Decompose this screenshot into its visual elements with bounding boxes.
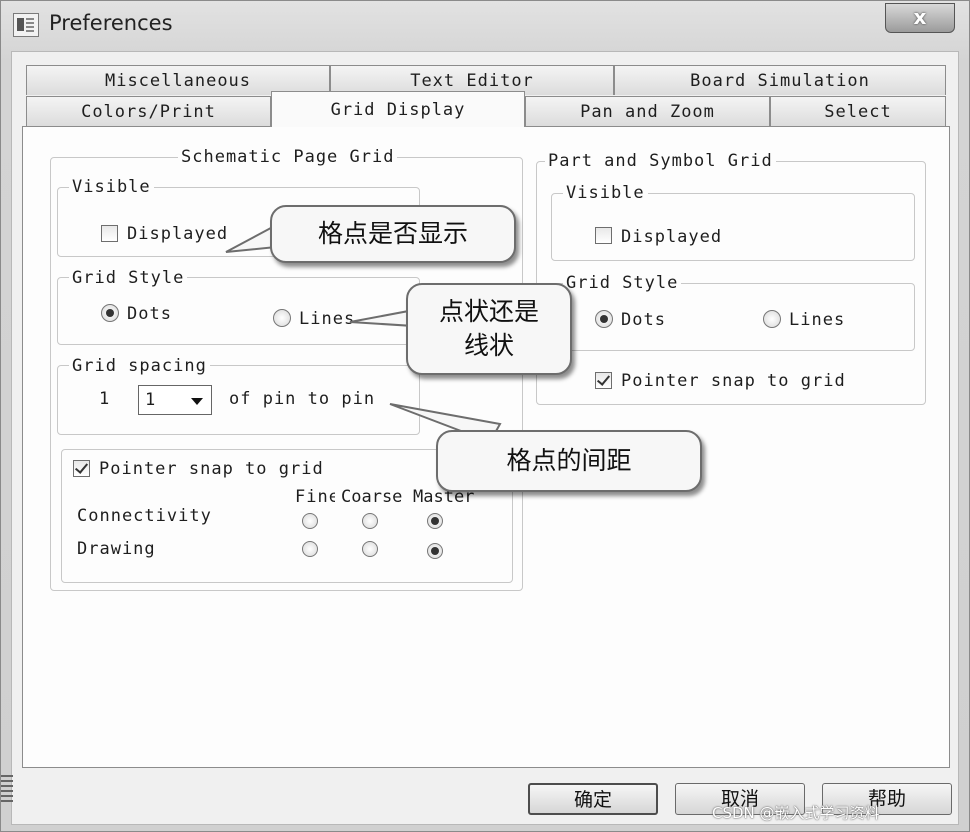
- callout-leader-style: [349, 308, 415, 328]
- callout-displayed: 格点是否显示: [270, 205, 516, 263]
- callout-style: 点状还是线状: [406, 283, 572, 375]
- callout-leaders: [225, 220, 502, 444]
- callout-spacing: 格点的间距: [436, 430, 702, 492]
- watermark: CSDN @嵌入式学习资料: [712, 804, 880, 822]
